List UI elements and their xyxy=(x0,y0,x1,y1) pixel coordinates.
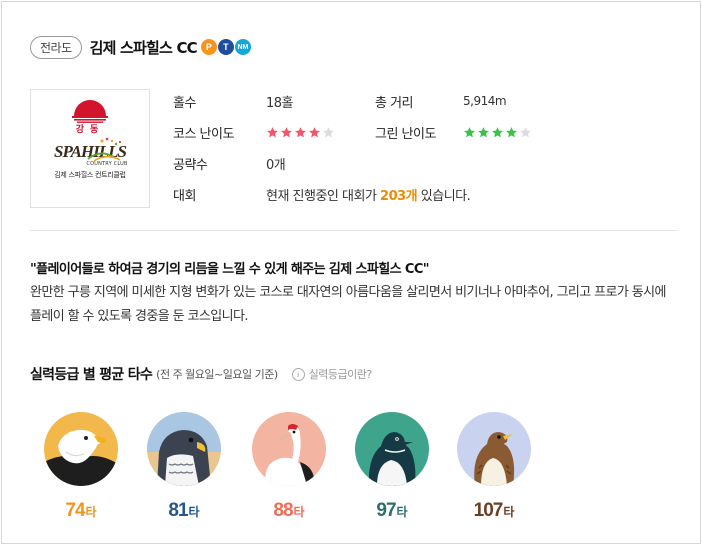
skill-grade-help-link[interactable]: 실력등급이란? xyxy=(309,366,373,382)
strategy-value: 0개 xyxy=(266,157,286,173)
tournament-suffix: 있습니다. xyxy=(417,188,471,204)
star-filled-icon xyxy=(267,126,278,137)
region-tag[interactable]: 전라도 xyxy=(30,35,82,59)
falcon-icon xyxy=(147,412,221,486)
star-filled-icon xyxy=(506,126,517,137)
course-quote: "플레이어들로 하여금 경기의 리듬을 느낄 수 있게 해주는 김제 스파힐스 … xyxy=(30,262,430,277)
grade-score-list: 74 타 81 타 88 타 97 타 107 타 xyxy=(2,412,702,532)
grade-score-falcon: 81 타 xyxy=(168,500,200,521)
distance-value: 5,914m xyxy=(463,94,507,108)
star-filled-icon xyxy=(478,126,489,137)
tournament-info: 현재 진행중인 대회가 203개 있습니다. xyxy=(266,183,471,205)
grade-item-eagle[interactable]: 74 타 xyxy=(44,412,118,522)
course-description: 완만한 구릉 지역에 미세한 지형 변화가 있는 코스로 대자연의 아름다움을 … xyxy=(30,285,666,324)
star-filled-icon xyxy=(309,126,320,137)
club-name: 김제 스파힐스 CC xyxy=(89,38,198,57)
star-filled-icon xyxy=(464,126,475,137)
grade-item-crane[interactable]: 88 타 xyxy=(252,412,326,522)
point-badge-icon[interactable]: P xyxy=(200,39,217,55)
scores-subtitle: (전 주 월요일~일요일 기준) xyxy=(156,368,278,381)
course-info-card: 전라도 김제 스파힐스 CC P T NM 강동 SPAHILLS COUNTR… xyxy=(1,1,701,544)
scores-section-title: 실력등급 별 평균 타수 (전 주 월요일~일요일 기준) i 실력등급이란? xyxy=(30,364,372,384)
star-empty-icon xyxy=(520,126,531,137)
penguin-icon xyxy=(355,412,429,486)
green-difficulty-label: 그린 난이도 xyxy=(375,126,436,142)
holes-label: 홀수 xyxy=(173,95,196,111)
section-divider xyxy=(30,230,678,231)
logo-sub-text: COUNTRY CLUB xyxy=(86,161,128,167)
tmap-badge-icon[interactable]: T xyxy=(217,39,234,55)
nm-badge-icon[interactable]: NM xyxy=(234,39,251,55)
holes-value: 18홀 xyxy=(266,95,294,111)
star-empty-icon xyxy=(323,126,334,137)
logo-korean-name: 김제 스파힐스 컨트리클럽 xyxy=(54,171,126,179)
course-difficulty-rating xyxy=(266,121,335,143)
grade-score-crane: 88 타 xyxy=(273,500,305,521)
distance-label: 총 거리 xyxy=(375,95,414,111)
sun-logo-icon xyxy=(72,100,108,123)
green-difficulty-rating xyxy=(463,121,532,143)
logo-korean-mark: 강동 xyxy=(75,125,105,135)
strategy-label: 공략수 xyxy=(173,157,208,173)
service-badges: P T NM xyxy=(200,39,251,55)
scores-title: 실력등급 별 평균 타수 xyxy=(30,367,153,383)
grade-item-sparrow[interactable]: 107 타 xyxy=(457,412,531,522)
club-logo: 강동 SPAHILLS COUNTRY CLUB 김제 스파힐스 컨트리클럽 xyxy=(30,89,150,208)
grade-item-falcon[interactable]: 81 타 xyxy=(147,412,221,522)
tournament-label: 대회 xyxy=(173,188,196,204)
crane-icon xyxy=(252,412,326,486)
grade-item-penguin[interactable]: 97 타 xyxy=(355,412,429,522)
tournament-count[interactable]: 203개 xyxy=(380,185,418,204)
grade-score-eagle: 74 타 xyxy=(65,500,97,521)
grade-score-sparrow: 107 타 xyxy=(473,500,515,521)
course-difficulty-label: 코스 난이도 xyxy=(173,126,234,142)
eagle-icon xyxy=(44,412,118,486)
grade-score-penguin: 97 타 xyxy=(376,500,408,521)
star-filled-icon xyxy=(281,126,292,137)
star-filled-icon xyxy=(492,126,503,137)
star-filled-icon xyxy=(295,126,306,137)
tournament-prefix: 현재 진행중인 대회가 xyxy=(266,188,381,204)
sparrow-icon xyxy=(457,412,531,486)
info-icon[interactable]: i xyxy=(291,367,305,381)
card-header: 전라도 김제 스파힐스 CC P T NM xyxy=(30,35,251,59)
